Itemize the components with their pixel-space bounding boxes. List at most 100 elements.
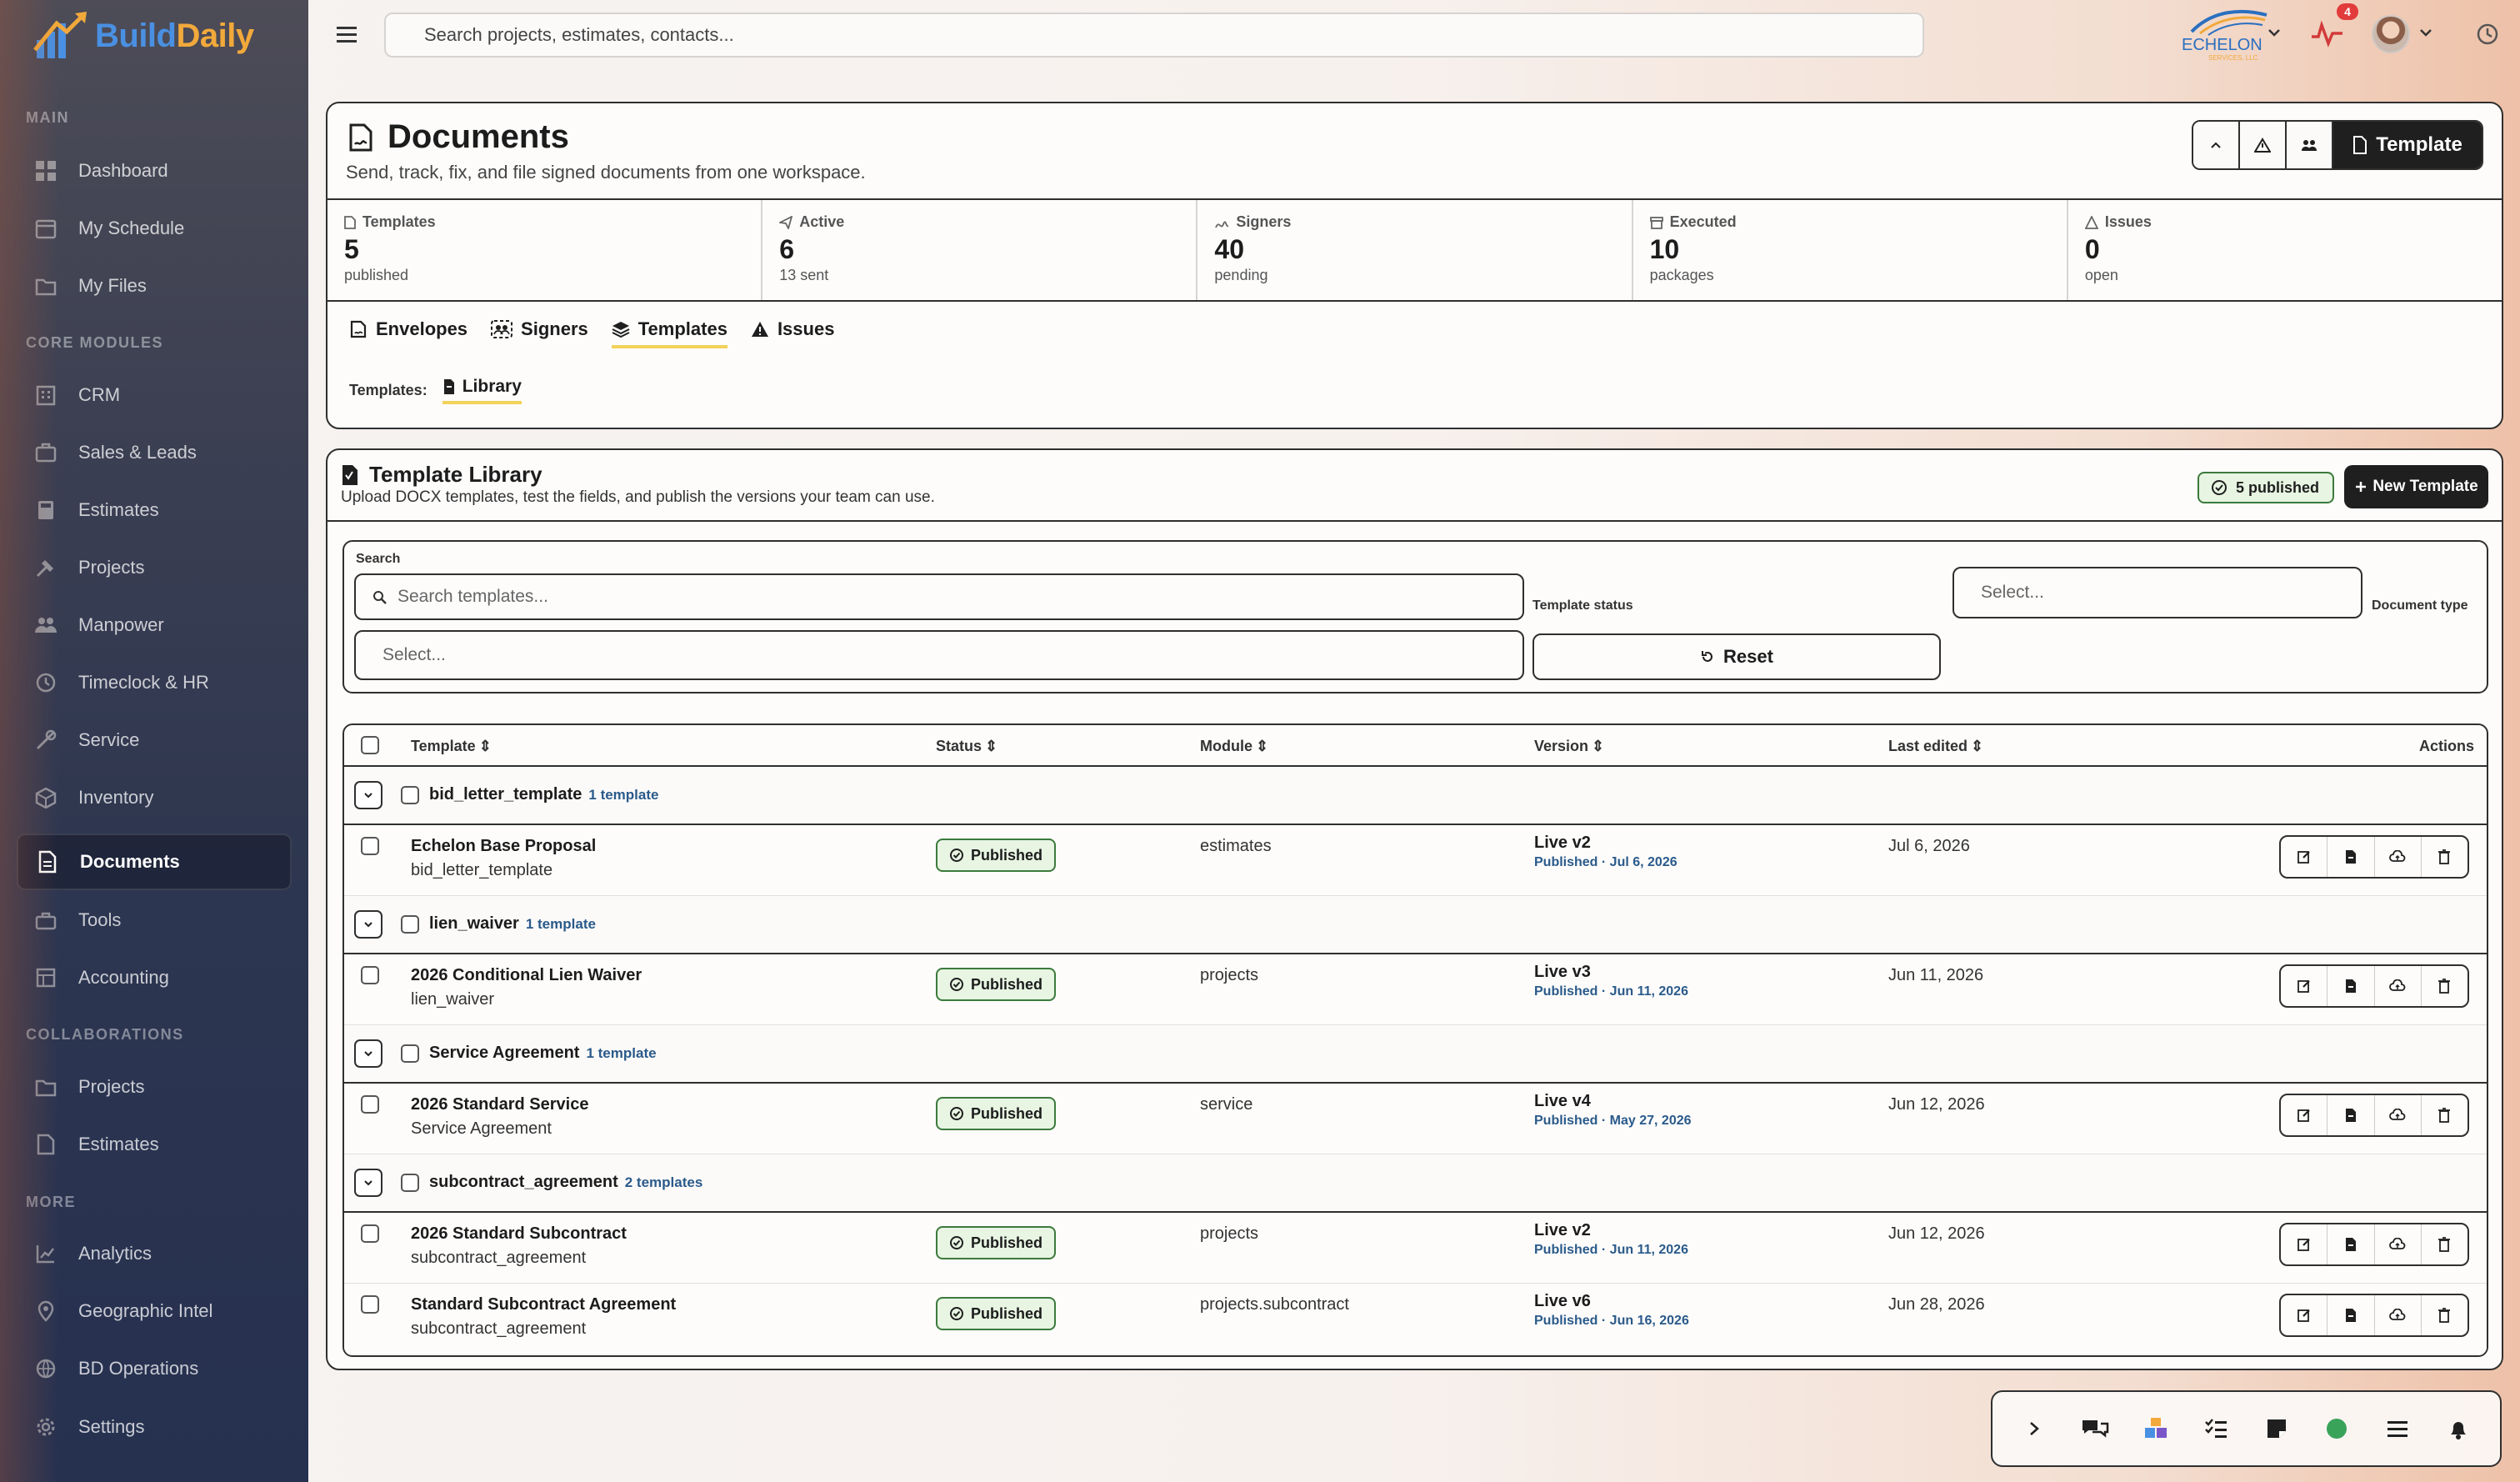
- tab-envelopes[interactable]: Envelopes: [349, 318, 468, 348]
- edit-button[interactable]: [2281, 966, 2328, 1006]
- sidebar-item-analytics[interactable]: Analytics: [17, 1228, 292, 1279]
- sidebar-item-projects[interactable]: Projects: [17, 542, 292, 593]
- document-type-select[interactable]: Select...: [354, 630, 1524, 680]
- row-checkbox[interactable]: [361, 1295, 379, 1314]
- group-checkbox[interactable]: [401, 1174, 419, 1192]
- column-header-last-edited[interactable]: Last edited ⇕: [1888, 738, 1983, 755]
- group-checkbox[interactable]: [401, 786, 419, 804]
- expand-group-button[interactable]: [354, 1169, 382, 1197]
- stat-issues[interactable]: Issues 0 open: [2068, 200, 2502, 300]
- edit-button[interactable]: [2281, 1295, 2328, 1335]
- edit-button[interactable]: [2281, 837, 2328, 877]
- sidebar-item-manpower[interactable]: Manpower: [17, 599, 292, 651]
- row-checkbox[interactable]: [361, 837, 379, 855]
- table-row[interactable]: 2026 Standard Service Service Agreement …: [344, 1084, 2487, 1154]
- reset-filters-button[interactable]: Reset: [1532, 633, 1941, 680]
- preview-button[interactable]: [2328, 1295, 2375, 1335]
- column-header-version[interactable]: Version ⇕: [1534, 738, 1604, 755]
- sidebar-item-settings[interactable]: Settings: [17, 1401, 292, 1453]
- global-search-input[interactable]: Search projects, estimates, contacts...: [384, 13, 1924, 58]
- tab-issues[interactable]: Issues: [751, 318, 834, 348]
- collapse-button[interactable]: [2193, 122, 2240, 168]
- tab-templates[interactable]: Templates: [611, 318, 728, 348]
- history-clock-icon[interactable]: [2475, 22, 2500, 47]
- group-checkbox[interactable]: [401, 1044, 419, 1063]
- dock-apps-button[interactable]: [2139, 1412, 2172, 1445]
- dock-tasks-button[interactable]: [2199, 1412, 2232, 1445]
- sidebar-item-documents[interactable]: Documents: [17, 834, 292, 890]
- template-search-input[interactable]: Search templates...: [354, 573, 1524, 620]
- table-row[interactable]: 2026 Conditional Lien Waiver lien_waiver…: [344, 954, 2487, 1025]
- sidebar-item-collab-estimates[interactable]: Estimates: [17, 1119, 292, 1170]
- row-checkbox[interactable]: [361, 966, 379, 984]
- preview-button[interactable]: [2328, 1095, 2375, 1135]
- dock-chat-button[interactable]: [2078, 1412, 2112, 1445]
- column-header-template[interactable]: Template ⇕: [411, 738, 492, 755]
- sidebar-item-inventory[interactable]: Inventory: [17, 772, 292, 824]
- new-template-button[interactable]: New Template: [2344, 465, 2488, 508]
- preview-button[interactable]: [2328, 1224, 2375, 1264]
- column-header-status[interactable]: Status ⇕: [936, 738, 998, 755]
- brand-logo[interactable]: BuildDaily: [33, 8, 254, 63]
- preview-button[interactable]: [2328, 966, 2375, 1006]
- delete-button[interactable]: [2422, 837, 2468, 877]
- stat-signers[interactable]: Signers 40 pending: [1198, 200, 1633, 300]
- sidebar-item-accounting[interactable]: Accounting: [17, 952, 292, 1004]
- edit-button[interactable]: [2281, 1224, 2328, 1264]
- group-checkbox[interactable]: [401, 915, 419, 934]
- upload-button[interactable]: [2375, 837, 2422, 877]
- table-row[interactable]: Echelon Base Proposal bid_letter_templat…: [344, 825, 2487, 896]
- sidebar-item-my-files[interactable]: My Files: [17, 260, 292, 312]
- sidebar-item-dashboard[interactable]: Dashboard: [17, 145, 292, 197]
- stat-templates[interactable]: Templates 5 published: [328, 200, 763, 300]
- sidebar-item-timeclock-hr[interactable]: Timeclock & HR: [17, 657, 292, 708]
- template-name[interactable]: Echelon Base Proposal: [411, 837, 596, 856]
- dock-status-button[interactable]: [2320, 1412, 2353, 1445]
- activity-pulse-icon[interactable]: [2308, 17, 2347, 50]
- edit-button[interactable]: [2281, 1095, 2328, 1135]
- delete-button[interactable]: [2422, 1224, 2468, 1264]
- select-all-checkbox[interactable]: [361, 736, 379, 754]
- sidebar-item-sales-leads[interactable]: Sales & Leads: [17, 427, 292, 478]
- expand-group-button[interactable]: [354, 781, 382, 809]
- template-name[interactable]: 2026 Conditional Lien Waiver: [411, 966, 642, 985]
- user-menu-chevron-icon[interactable]: [2417, 23, 2435, 42]
- delete-button[interactable]: [2422, 1295, 2468, 1335]
- delete-button[interactable]: [2422, 1095, 2468, 1135]
- company-switcher-chevron-icon[interactable]: [2265, 23, 2283, 42]
- sidebar-item-bd-operations[interactable]: BD Operations: [17, 1343, 292, 1394]
- template-name[interactable]: Standard Subcontract Agreement: [411, 1295, 676, 1314]
- upload-button[interactable]: [2375, 966, 2422, 1006]
- table-row[interactable]: Standard Subcontract Agreement subcontra…: [344, 1284, 2487, 1354]
- issues-shortcut-button[interactable]: [2240, 122, 2287, 168]
- template-button[interactable]: Template: [2333, 122, 2482, 168]
- template-name[interactable]: 2026 Standard Service: [411, 1095, 588, 1114]
- tab-signers[interactable]: Signers: [491, 318, 588, 348]
- sidebar-item-geographic-intel[interactable]: Geographic Intel: [17, 1285, 292, 1337]
- dock-notifications-button[interactable]: [2442, 1412, 2475, 1445]
- dock-menu-button[interactable]: [2381, 1412, 2414, 1445]
- sidebar-item-crm[interactable]: CRM: [17, 369, 292, 421]
- column-header-module[interactable]: Module ⇕: [1200, 738, 1268, 755]
- upload-button[interactable]: [2375, 1224, 2422, 1264]
- preview-button[interactable]: [2328, 837, 2375, 877]
- subtab-library[interactable]: Library: [442, 377, 522, 404]
- hamburger-menu-icon[interactable]: [333, 20, 362, 48]
- sidebar-item-tools[interactable]: Tools: [17, 894, 292, 946]
- stat-executed[interactable]: Executed 10 packages: [1633, 200, 2068, 300]
- sidebar-item-collab-projects[interactable]: Projects: [17, 1061, 292, 1113]
- dock-expand-button[interactable]: [2018, 1412, 2051, 1445]
- sidebar-item-service[interactable]: Service: [17, 714, 292, 766]
- template-name[interactable]: 2026 Standard Subcontract: [411, 1224, 627, 1244]
- upload-button[interactable]: [2375, 1295, 2422, 1335]
- row-checkbox[interactable]: [361, 1095, 379, 1114]
- user-avatar[interactable]: [2372, 15, 2410, 53]
- dock-notes-button[interactable]: [2260, 1412, 2293, 1445]
- expand-group-button[interactable]: [354, 1039, 382, 1068]
- upload-button[interactable]: [2375, 1095, 2422, 1135]
- template-status-select[interactable]: Select...: [1952, 567, 2362, 618]
- row-checkbox[interactable]: [361, 1224, 379, 1243]
- sidebar-item-estimates[interactable]: Estimates: [17, 484, 292, 536]
- expand-group-button[interactable]: [354, 910, 382, 939]
- stat-active[interactable]: Active 6 13 sent: [762, 200, 1198, 300]
